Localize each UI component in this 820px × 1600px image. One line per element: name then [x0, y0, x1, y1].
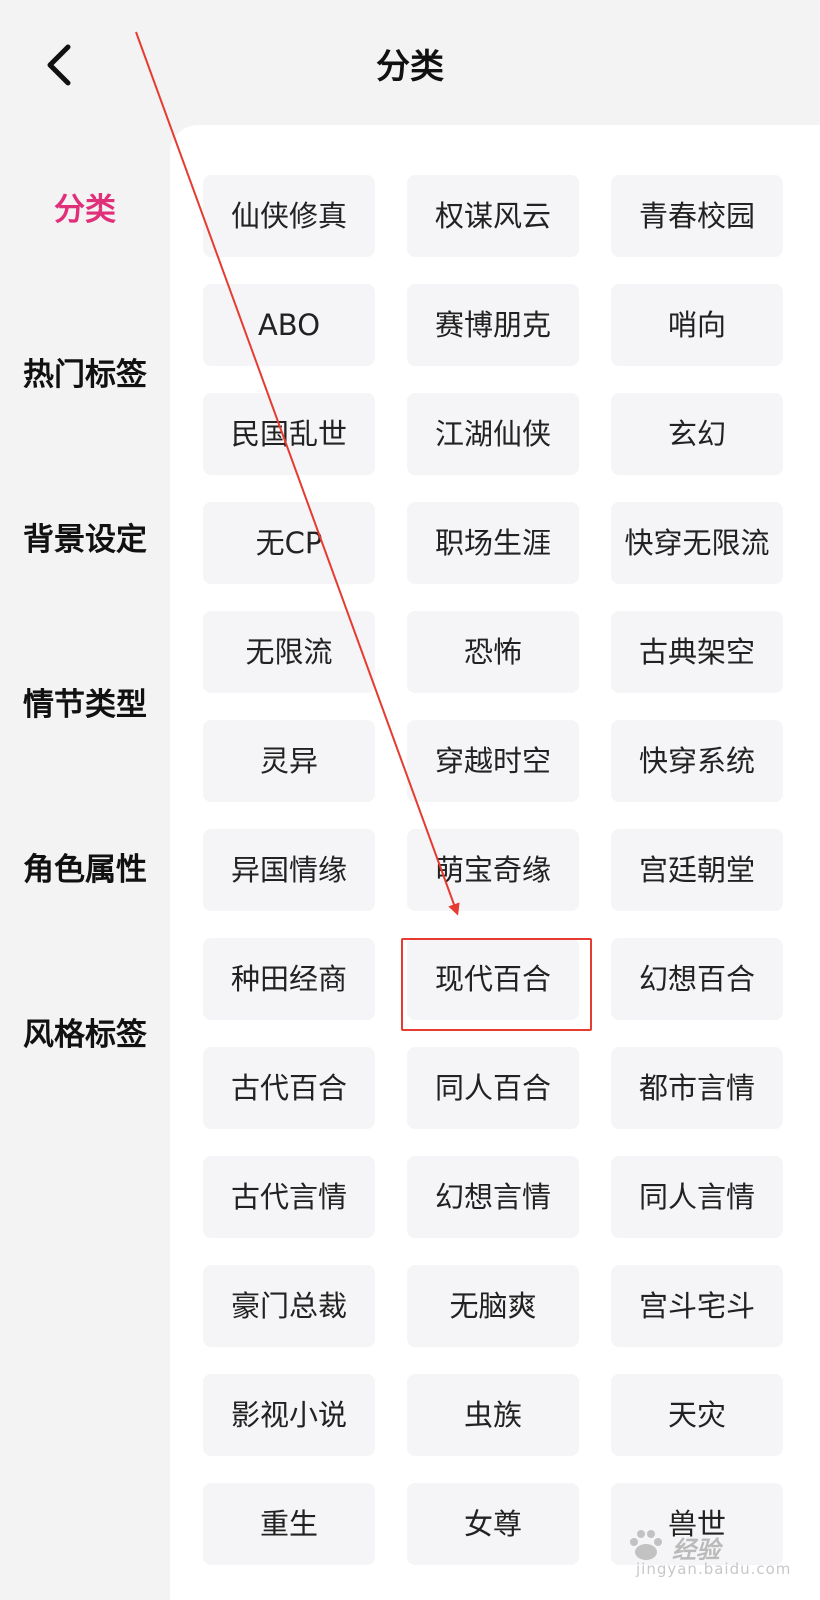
tag-item[interactable]: 职场生涯: [407, 502, 579, 584]
tag-item[interactable]: 江湖仙侠: [407, 393, 579, 475]
tag-item[interactable]: 灵异: [203, 720, 375, 802]
tag-item[interactable]: 青春校园: [611, 175, 783, 257]
tag-item[interactable]: 同人言情: [611, 1156, 783, 1238]
tag-item[interactable]: 女尊: [407, 1483, 579, 1565]
sidebar-item-category[interactable]: 分类: [0, 180, 170, 240]
tag-item[interactable]: 古代言情: [203, 1156, 375, 1238]
tag-item[interactable]: 无脑爽: [407, 1265, 579, 1347]
tag-item[interactable]: 民国乱世: [203, 393, 375, 475]
tag-item[interactable]: 虫族: [407, 1374, 579, 1456]
sidebar-item-background[interactable]: 背景设定: [0, 510, 170, 570]
tag-item[interactable]: 快穿无限流: [611, 502, 783, 584]
tag-item[interactable]: 无CP: [203, 502, 375, 584]
tag-item[interactable]: 恐怖: [407, 611, 579, 693]
header-bar: 分类: [0, 0, 820, 125]
page-title: 分类: [376, 47, 444, 87]
tag-item[interactable]: 宫斗宅斗: [611, 1265, 783, 1347]
tag-item[interactable]: 兽世: [611, 1483, 783, 1565]
sidebar-item-plot-type[interactable]: 情节类型: [0, 675, 170, 735]
tag-item[interactable]: ABO: [203, 284, 375, 366]
tag-item[interactable]: 幻想百合: [611, 938, 783, 1020]
sidebar-item-style-tags[interactable]: 风格标签: [0, 1005, 170, 1065]
tag-item[interactable]: 赛博朋克: [407, 284, 579, 366]
tag-item[interactable]: 穿越时空: [407, 720, 579, 802]
tag-item[interactable]: 萌宝奇缘: [407, 829, 579, 911]
sidebar-item-character[interactable]: 角色属性: [0, 840, 170, 900]
tag-item[interactable]: 古代百合: [203, 1047, 375, 1129]
tag-item[interactable]: 宫廷朝堂: [611, 829, 783, 911]
tag-item[interactable]: 幻想言情: [407, 1156, 579, 1238]
tag-item[interactable]: 豪门总裁: [203, 1265, 375, 1347]
tag-item[interactable]: 快穿系统: [611, 720, 783, 802]
tag-item[interactable]: 影视小说: [203, 1374, 375, 1456]
tag-item[interactable]: 古典架空: [611, 611, 783, 693]
tag-item[interactable]: 天灾: [611, 1374, 783, 1456]
tag-item[interactable]: 重生: [203, 1483, 375, 1565]
tag-item[interactable]: 同人百合: [407, 1047, 579, 1129]
tag-item[interactable]: 异国情缘: [203, 829, 375, 911]
sidebar-item-hot-tags[interactable]: 热门标签: [0, 345, 170, 405]
tag-item[interactable]: 玄幻: [611, 393, 783, 475]
tag-item[interactable]: 仙侠修真: [203, 175, 375, 257]
tag-item[interactable]: 无限流: [203, 611, 375, 693]
tag-item[interactable]: 哨向: [611, 284, 783, 366]
tag-item[interactable]: 都市言情: [611, 1047, 783, 1129]
tag-item[interactable]: 种田经商: [203, 938, 375, 1020]
tag-item[interactable]: 权谋风云: [407, 175, 579, 257]
sidebar: 分类 热门标签 背景设定 情节类型 角色属性 风格标签: [0, 125, 170, 1600]
tag-item[interactable]: 现代百合: [407, 938, 579, 1020]
